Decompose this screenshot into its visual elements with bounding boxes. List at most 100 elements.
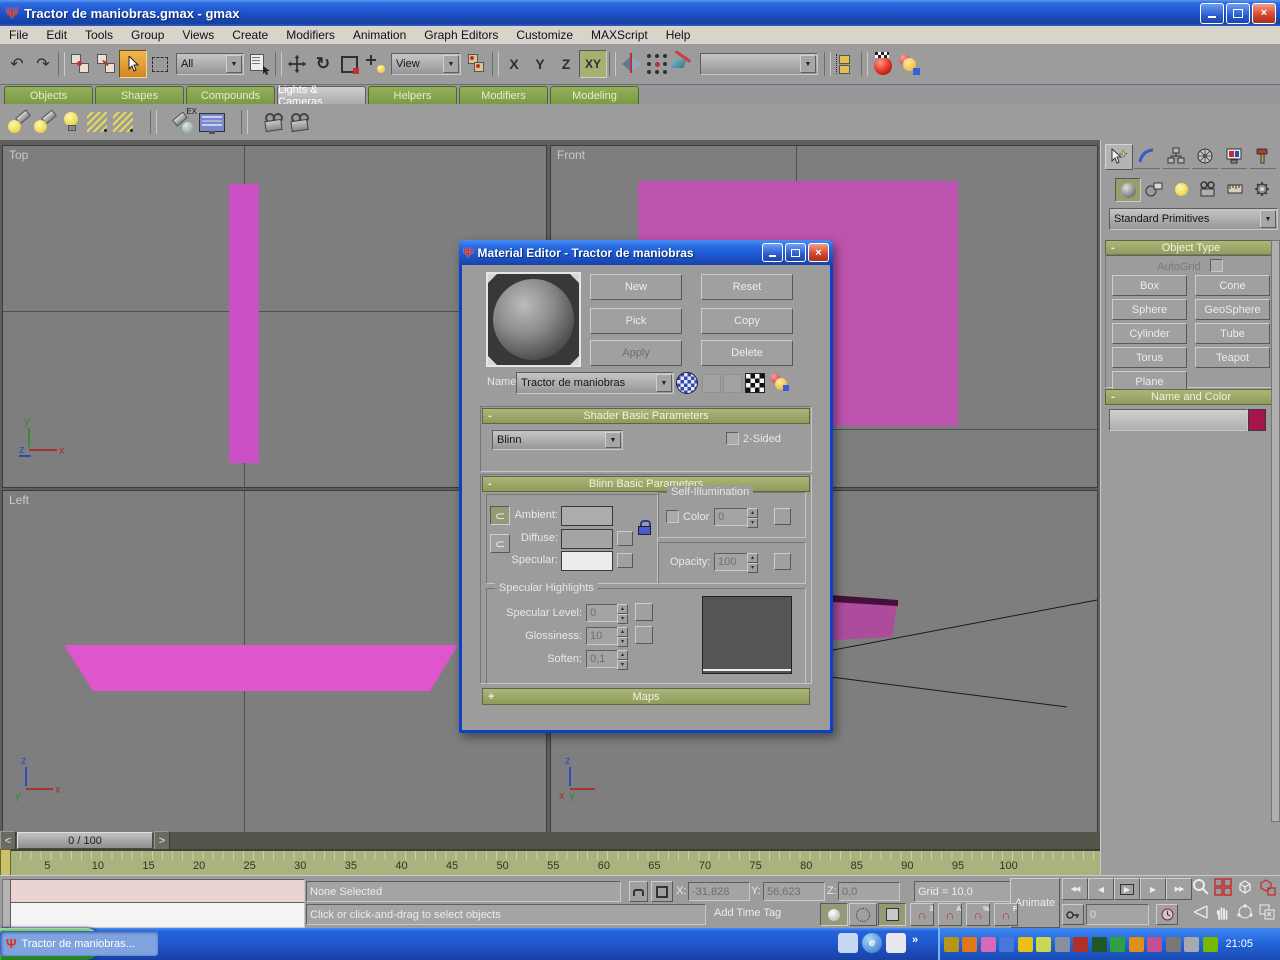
tab-motion[interactable] (1192, 144, 1218, 169)
category-tab[interactable]: Objects (4, 86, 93, 104)
menu-item[interactable]: Tools (76, 28, 122, 42)
mirror-icon[interactable] (618, 51, 644, 77)
omni-light-icon[interactable] (58, 109, 84, 135)
object-color-swatch[interactable] (1248, 409, 1266, 431)
menu-item[interactable]: Create (223, 28, 277, 42)
z-coordinate-field[interactable]: 0,0 (838, 882, 900, 901)
dialog-close-button[interactable]: × (808, 243, 829, 262)
field-of-view-button[interactable] (1192, 903, 1213, 923)
diffuse-specular-lock-button[interactable]: ⊂ (490, 534, 510, 553)
target-camera-icon[interactable] (262, 109, 288, 135)
x-coordinate-field[interactable]: -31,828 (688, 882, 750, 901)
material-preview[interactable] (486, 272, 581, 367)
viewport-label[interactable]: Left (9, 493, 29, 507)
current-frame-field[interactable]: 0 (1086, 904, 1149, 925)
make-unique-icon[interactable] (702, 374, 721, 393)
put-material-icon[interactable] (723, 374, 742, 393)
lock-icon[interactable] (636, 518, 652, 535)
specular-map-button[interactable] (617, 553, 633, 568)
ambient-diffuse-lock-button[interactable]: ⊂ (490, 506, 510, 525)
self-illum-color-checkbox[interactable] (666, 510, 679, 523)
tray-icon[interactable] (1147, 937, 1162, 952)
tab-hierarchy[interactable] (1163, 144, 1189, 169)
task-button[interactable]: Ψ Tractor de maniobras... (0, 931, 158, 956)
tray-icon[interactable] (1110, 937, 1125, 952)
next-frame-button[interactable]: ▶ (1140, 878, 1166, 900)
track-view-icon[interactable] (833, 51, 859, 77)
specular-level-field[interactable]: 0 (586, 604, 621, 622)
tray-icon[interactable] (944, 937, 959, 952)
zoom-extents-button[interactable] (1236, 878, 1257, 898)
menu-item[interactable]: File (0, 28, 37, 42)
selection-lock-button[interactable] (629, 881, 648, 902)
category-systems[interactable] (1250, 178, 1274, 200)
undo-icon[interactable]: ↶ (4, 51, 30, 77)
snap-toggle-button[interactable]: ∩3 (910, 903, 934, 926)
pan-button[interactable] (1214, 903, 1235, 923)
restrict-xy-plane-button[interactable]: XY (579, 50, 607, 78)
free-spotlight-icon[interactable] (32, 109, 58, 135)
maps-rollout-header[interactable]: + Maps (482, 688, 810, 705)
primitive-button[interactable]: Cone (1195, 275, 1270, 296)
select-object-icon[interactable] (119, 50, 147, 78)
panel-scrollbar[interactable] (1271, 240, 1280, 822)
set-key-button[interactable] (1062, 904, 1084, 925)
two-sided-checkbox[interactable] (726, 432, 739, 445)
glossiness-field[interactable]: 10 (586, 627, 621, 645)
tab-utilities[interactable] (1250, 144, 1276, 169)
tray-icon[interactable] (1055, 937, 1070, 952)
diffuse-color-swatch[interactable] (561, 529, 613, 549)
diffuse-map-button[interactable] (617, 531, 633, 546)
select-by-name-icon[interactable] (247, 51, 273, 77)
self-illum-map-button[interactable] (774, 508, 791, 525)
specular-level-spinner[interactable]: ▴▾ (617, 604, 628, 620)
material-editor-titlebar[interactable]: Ψ Material Editor - Tractor de maniobras… (459, 240, 833, 265)
tab-modify[interactable] (1134, 144, 1160, 169)
menu-item[interactable]: Graph Editors (415, 28, 507, 42)
restrict-y-button[interactable]: Y (527, 51, 553, 77)
primitive-button[interactable]: Torus (1112, 347, 1187, 368)
primitive-button[interactable]: Box (1112, 275, 1187, 296)
align-icon[interactable] (670, 51, 696, 77)
add-time-tag[interactable]: Add Time Tag (714, 907, 781, 919)
tray-icon[interactable] (962, 937, 977, 952)
tray-icon[interactable] (981, 937, 996, 952)
close-button[interactable]: × (1252, 3, 1276, 24)
tray-icon[interactable] (999, 937, 1014, 952)
primitives-category-dropdown[interactable]: Standard Primitives (1109, 208, 1278, 230)
quick-launch-icon[interactable] (886, 933, 906, 953)
zoom-all-button[interactable] (1214, 878, 1235, 898)
dialog-minimize-button[interactable] (762, 243, 783, 262)
category-tab[interactable]: Modeling (550, 86, 639, 104)
tab-create[interactable] (1105, 144, 1133, 170)
light-lister-icon[interactable] (197, 109, 227, 135)
tray-icon[interactable] (1203, 937, 1218, 952)
specular-level-map-button[interactable] (635, 603, 653, 621)
opacity-spinner[interactable]: ▴▾ (747, 553, 758, 569)
category-cameras[interactable] (1196, 178, 1220, 200)
object-name-input[interactable] (1109, 409, 1248, 431)
minimize-button[interactable] (1200, 3, 1224, 24)
shader-rollout-header[interactable]: - Shader Basic Parameters (482, 408, 810, 424)
y-coordinate-field[interactable]: 56,623 (763, 882, 825, 901)
free-camera-icon[interactable] (288, 109, 314, 135)
copy-button[interactable]: Copy (701, 308, 793, 334)
primitive-button[interactable]: Teapot (1195, 347, 1270, 368)
category-lights[interactable] (1169, 178, 1193, 200)
tray-icon[interactable] (1018, 937, 1033, 952)
tray-icon[interactable] (1166, 937, 1181, 952)
specular-color-swatch[interactable] (561, 551, 613, 571)
autogrid-checkbox[interactable] (1210, 259, 1223, 272)
new-button[interactable]: New (590, 274, 682, 300)
target-direct-light-icon[interactable] (84, 109, 110, 135)
menu-item[interactable]: Modifiers (277, 28, 344, 42)
play-button[interactable]: ▶ (1114, 878, 1140, 900)
menu-item[interactable]: Group (122, 28, 173, 42)
primitive-button[interactable]: Tube (1195, 323, 1270, 344)
zoom-button[interactable] (1192, 878, 1213, 898)
material-editor-icon[interactable] (870, 51, 896, 77)
opacity-value-field[interactable]: 100 (714, 553, 751, 571)
viewport-label[interactable]: Front (557, 148, 585, 162)
track-bar[interactable]: 5101520253035404550556065707580859095100 (0, 849, 1100, 877)
render-preview-icon[interactable] (769, 372, 789, 392)
